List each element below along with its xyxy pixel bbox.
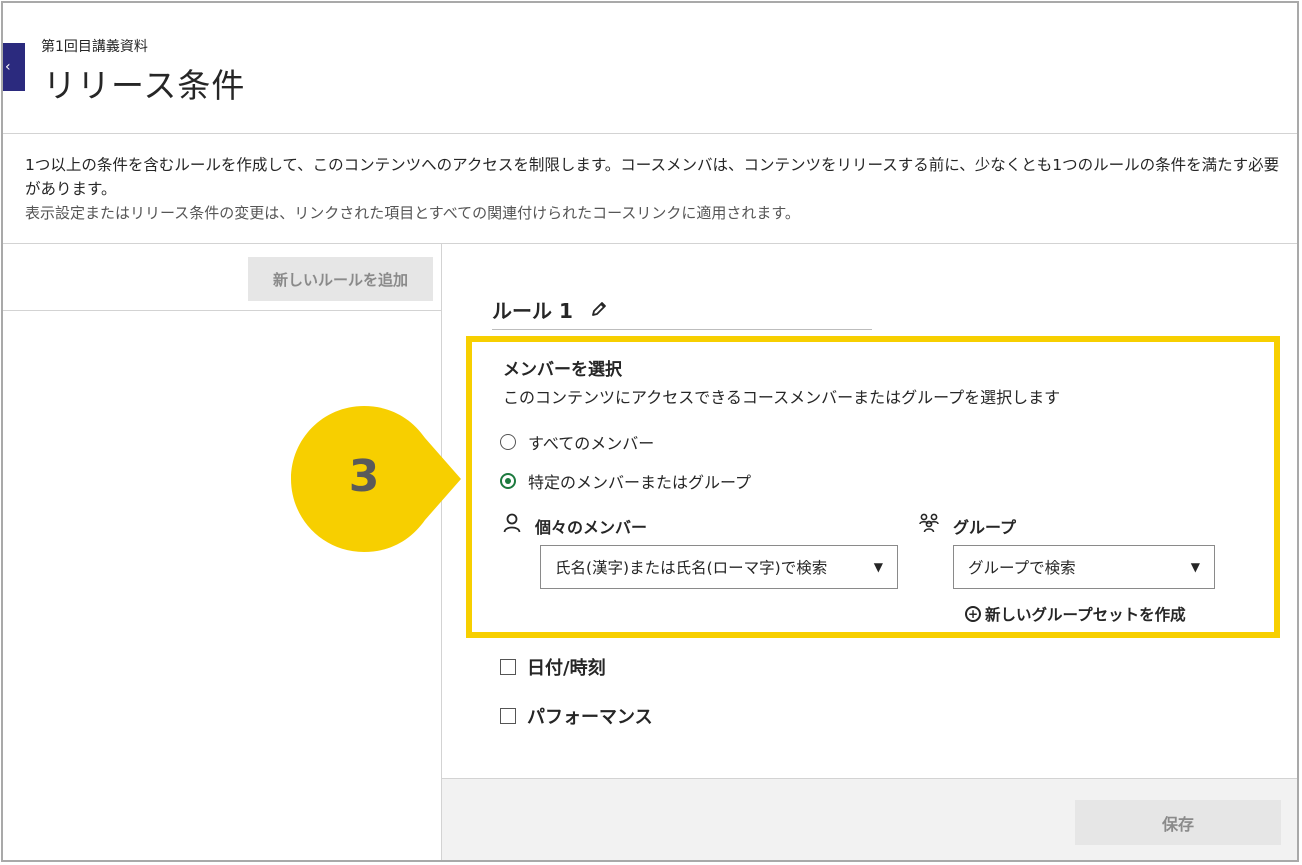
page-title: リリース条件 xyxy=(43,66,246,105)
divider xyxy=(3,310,441,311)
checkbox-label: 日付/時刻 xyxy=(527,658,606,679)
add-rule-button[interactable]: 新しいルールを追加 xyxy=(248,257,433,301)
individual-members-text: 個々のメンバー xyxy=(535,517,648,537)
checkbox[interactable] xyxy=(500,708,516,724)
radio-button-selected[interactable] xyxy=(500,473,516,489)
member-select-title: メンバーを選択 xyxy=(503,360,622,380)
divider xyxy=(3,133,1297,134)
back-button[interactable]: ‹ xyxy=(3,43,25,91)
radio-button[interactable] xyxy=(500,434,516,450)
chevron-left-icon: ‹ xyxy=(5,59,11,75)
caret-down-icon: ▼ xyxy=(1190,560,1200,574)
rule-title-underline xyxy=(492,329,872,330)
member-search-placeholder: 氏名(漢字)または氏名(ローマ字)で検索 xyxy=(555,559,828,577)
member-search-dropdown[interactable]: 氏名(漢字)または氏名(ローマ字)で検索 ▼ xyxy=(540,545,898,589)
criteria-date-time[interactable]: 日付/時刻 xyxy=(500,654,606,680)
save-button[interactable]: 保存 xyxy=(1075,800,1281,845)
rule-title: ルール 1 xyxy=(492,295,608,324)
footer-bar: 保存 xyxy=(442,778,1297,860)
person-icon xyxy=(503,513,521,538)
caret-down-icon: ▼ xyxy=(873,560,883,574)
new-group-set-label: 新しいグループセットを作成 xyxy=(985,606,1186,624)
radio-label: 特定のメンバーまたはグループ xyxy=(528,473,752,492)
group-search-dropdown[interactable]: グループで検索 ▼ xyxy=(953,545,1215,589)
criteria-performance[interactable]: パフォーマンス xyxy=(500,703,653,729)
description-note: 表示設定またはリリース条件の変更は、リンクされた項目とすべての関連付けられたコー… xyxy=(25,204,800,222)
rule-name: ルール 1 xyxy=(492,299,573,323)
radio-label: すべてのメンバー xyxy=(528,434,655,453)
group-text: グループ xyxy=(953,517,1017,537)
description: 1つ以上の条件を含むルールを作成して、このコンテンツへのアクセスを制限します。コ… xyxy=(25,153,1285,225)
group-search-placeholder: グループで検索 xyxy=(968,559,1076,577)
checkbox[interactable] xyxy=(500,659,516,675)
breadcrumb[interactable]: 第1回目講義資料 xyxy=(41,36,148,56)
group-icon xyxy=(919,513,939,538)
new-group-set-link[interactable]: + 新しいグループセットを作成 xyxy=(965,603,1186,625)
plus-circle-icon: + xyxy=(965,606,981,622)
checkbox-label: パフォーマンス xyxy=(527,707,653,728)
individual-members-label: 個々のメンバー xyxy=(503,513,647,538)
radio-specific-members[interactable]: 特定のメンバーまたはグループ xyxy=(500,469,751,493)
pencil-icon[interactable] xyxy=(590,300,608,323)
member-select-description: このコンテンツにアクセスできるコースメンバーまたはグループを選択します xyxy=(503,388,1061,407)
rules-list-pane: 新しいルールを追加 xyxy=(3,244,442,860)
group-label: グループ xyxy=(919,513,1016,538)
callout-number: 3 xyxy=(348,451,380,502)
description-main: 1つ以上の条件を含むルールを作成して、このコンテンツへのアクセスを制限します。コ… xyxy=(25,156,1280,198)
radio-all-members[interactable]: すべてのメンバー xyxy=(500,430,654,454)
release-conditions-panel: ‹ 第1回目講義資料 リリース条件 1つ以上の条件を含むルールを作成して、このコ… xyxy=(1,1,1299,862)
